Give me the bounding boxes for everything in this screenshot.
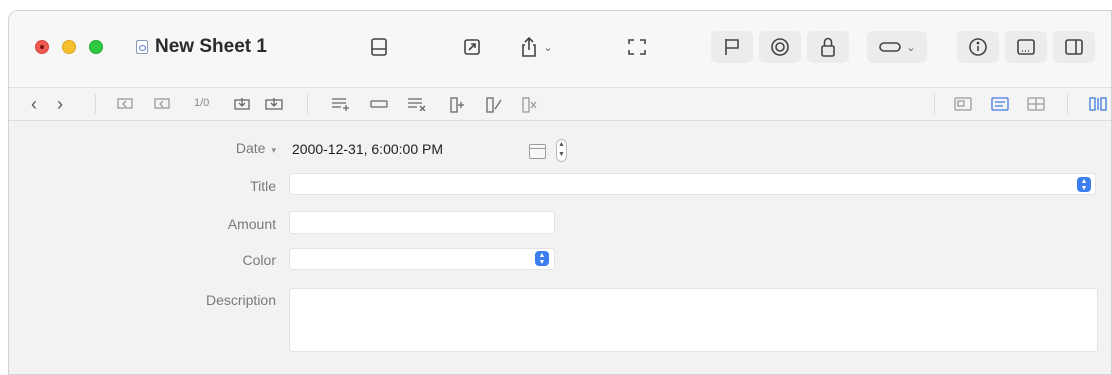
color-select[interactable] — [289, 248, 555, 270]
calendar-icon[interactable] — [529, 144, 546, 159]
amount-field[interactable] — [289, 211, 555, 234]
delete-row-icon[interactable] — [407, 97, 426, 112]
record-toolbar: ‹ › 1/0 — [9, 87, 1111, 121]
info-icon[interactable] — [957, 31, 999, 63]
delete-column-icon[interactable] — [521, 97, 537, 113]
next-record-icon[interactable] — [234, 97, 250, 111]
color-label: Color — [242, 252, 276, 268]
table-view-icon[interactable] — [954, 97, 972, 111]
sort-caret-icon: ▾ — [271, 145, 276, 155]
title-label: Title — [250, 178, 276, 194]
title-field[interactable] — [289, 173, 1096, 195]
capsule-icon[interactable]: ⌄ — [867, 31, 927, 63]
app-window: New Sheet 1 ⌄ ⌄ ‹ › 1/0 Date ▾ 2000-12-3… — [8, 10, 1112, 375]
document-icon — [136, 40, 148, 54]
sidebar-toggle-icon[interactable] — [363, 31, 395, 63]
date-label[interactable]: Date ▾ — [236, 140, 276, 156]
toolbar-divider — [1067, 94, 1068, 114]
description-field[interactable] — [289, 288, 1098, 352]
target-icon[interactable] — [759, 31, 801, 63]
description-label: Description — [205, 292, 276, 308]
previous-record-icon[interactable] — [154, 97, 170, 111]
close-window-button[interactable] — [35, 40, 49, 54]
form-view-icon[interactable] — [991, 97, 1009, 111]
right-panel-icon[interactable] — [1053, 31, 1095, 63]
color-popup-button[interactable]: ▲ ▼ — [535, 251, 549, 266]
first-record-icon[interactable] — [117, 97, 133, 111]
fullscreen-icon[interactable] — [621, 31, 653, 63]
grid-view-icon[interactable] — [1027, 97, 1045, 111]
duplicate-row-icon[interactable] — [369, 97, 388, 111]
minimize-window-button[interactable] — [62, 40, 76, 54]
forward-button[interactable]: › — [57, 94, 63, 115]
edit-column-icon[interactable] — [485, 97, 502, 113]
add-column-icon[interactable] — [449, 97, 465, 113]
date-stepper[interactable]: ▲ ▼ — [556, 139, 567, 162]
flag-icon[interactable] — [711, 31, 753, 63]
chevron-down-icon: ⌄ — [543, 41, 553, 54]
share-icon[interactable]: ⌄ — [509, 31, 563, 63]
toolbar-divider — [95, 94, 96, 114]
date-field[interactable]: 2000-12-31, 6:00:00 PM — [292, 141, 443, 157]
open-external-icon[interactable] — [456, 31, 488, 63]
window-title: New Sheet 1 — [155, 36, 267, 57]
add-row-icon[interactable] — [331, 97, 349, 111]
back-button[interactable]: ‹ — [31, 94, 37, 115]
record-counter: 1/0 — [194, 97, 210, 109]
last-record-icon[interactable] — [265, 97, 283, 111]
title-popup-button[interactable]: ▲ ▼ — [1077, 177, 1091, 192]
chevron-down-icon: ⌄ — [906, 41, 916, 54]
toolbar-divider — [934, 94, 935, 114]
toolbar-divider — [307, 94, 308, 114]
title-bar: New Sheet 1 ⌄ ⌄ — [9, 11, 1111, 87]
maximize-window-button[interactable] — [89, 40, 103, 54]
lock-icon[interactable] — [807, 31, 849, 63]
columns-icon[interactable] — [1089, 97, 1107, 111]
amount-label: Amount — [227, 216, 276, 232]
bottom-panel-icon[interactable] — [1005, 31, 1047, 63]
